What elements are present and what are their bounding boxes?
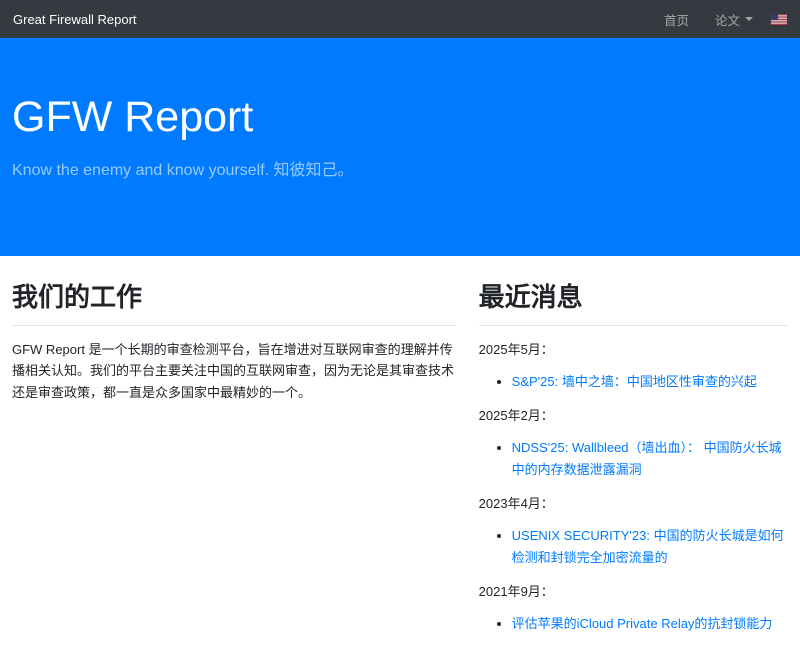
top-navbar: Great Firewall Report 首页 论文 <box>0 0 800 38</box>
news-date: 2025年2月： <box>479 405 788 424</box>
page-title: GFW Report <box>12 92 788 144</box>
our-work-section: 我们的工作 GFW Report 是一个长期的审查检测平台，旨在增进对互联网审查… <box>0 282 467 647</box>
news-list: NDSS'25: Wallbleed（墙出血）： 中国防火长城中的内存数据泄露漏… <box>479 437 788 480</box>
recent-news-section: 最近消息 2025年5月： S&P'25: 墙中之墙：中国地区性审查的兴起 20… <box>467 282 800 647</box>
our-work-heading: 我们的工作 <box>12 282 455 313</box>
language-switch-link[interactable] <box>771 14 787 25</box>
navbar-menu: 首页 论文 <box>644 6 787 33</box>
our-work-paragraph: GFW Report 是一个长期的审查检测平台，旨在增进对互联网审查的理解并传播… <box>12 339 455 403</box>
news-date: 2023年4月： <box>479 493 788 512</box>
section-divider <box>479 325 788 326</box>
main-content: 我们的工作 GFW Report 是一个长期的审查检测平台，旨在增进对互联网审查… <box>0 256 800 647</box>
hero-jumbotron: GFW Report Know the enemy and know yours… <box>0 38 800 256</box>
list-item: S&P'25: 墙中之墙：中国地区性审查的兴起 <box>512 371 788 392</box>
brand-link[interactable]: Great Firewall Report <box>13 12 137 27</box>
news-list: S&P'25: 墙中之墙：中国地区性审查的兴起 <box>479 371 788 392</box>
chevron-down-icon <box>745 17 753 21</box>
list-item: 评估苹果的iCloud Private Relay的抗封锁能力 <box>512 613 788 634</box>
news-date: 2021年9月： <box>479 581 788 600</box>
page-subtitle: Know the enemy and know yourself. 知彼知己。 <box>12 156 788 180</box>
news-list: 评估苹果的iCloud Private Relay的抗封锁能力 <box>479 613 788 634</box>
list-item: NDSS'25: Wallbleed（墙出血）： 中国防火长城中的内存数据泄露漏… <box>512 437 788 480</box>
nav-item-home[interactable]: 首页 <box>658 6 695 33</box>
section-divider <box>12 325 455 326</box>
list-item: USENIX SECURITY'23: 中国的防火长城是如何检测和封锁完全加密流… <box>512 525 788 568</box>
recent-news-heading: 最近消息 <box>479 282 788 313</box>
news-article-link[interactable]: 评估苹果的iCloud Private Relay的抗封锁能力 <box>512 616 773 631</box>
news-date: 2025年5月： <box>479 339 788 358</box>
news-article-link[interactable]: NDSS'25: Wallbleed（墙出血）： 中国防火长城中的内存数据泄露漏… <box>512 440 782 476</box>
news-article-link[interactable]: S&P'25: 墙中之墙：中国地区性审查的兴起 <box>512 374 757 389</box>
us-flag-icon <box>771 14 787 25</box>
news-list: USENIX SECURITY'23: 中国的防火长城是如何检测和封锁完全加密流… <box>479 525 788 568</box>
news-article-link[interactable]: USENIX SECURITY'23: 中国的防火长城是如何检测和封锁完全加密流… <box>512 528 784 564</box>
nav-item-papers-dropdown[interactable]: 论文 <box>709 6 759 33</box>
nav-item-papers-label: 论文 <box>715 10 740 29</box>
